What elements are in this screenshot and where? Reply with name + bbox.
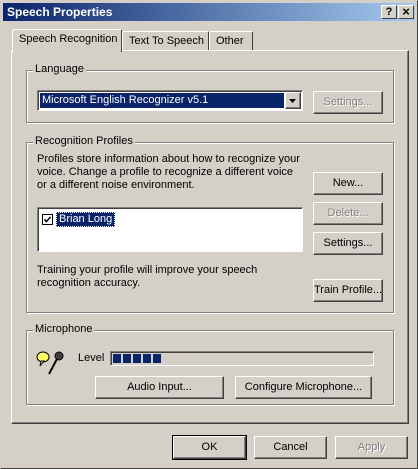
speech-properties-window: Speech Properties ? × Speech Recognition… (0, 0, 418, 469)
tab-text-to-speech[interactable]: Text To Speech (122, 31, 209, 51)
level-fill (113, 354, 161, 363)
apply-button[interactable]: Apply (335, 436, 408, 459)
profiles-description-line: Profiles store information about how to … (37, 153, 300, 165)
training-hint-line: recognition accuracy. (37, 277, 141, 289)
cancel-button[interactable]: Cancel (254, 436, 327, 459)
language-select-value: Microsoft English Recognizer v5.1 (40, 93, 284, 108)
chevron-down-icon (289, 99, 296, 103)
profile-name: Brian Long (56, 212, 116, 227)
list-item[interactable]: Brian Long (42, 212, 116, 227)
delete-profile-button[interactable]: Delete... (313, 202, 383, 225)
ok-button[interactable]: OK (172, 435, 247, 460)
profiles-description-line: or a different noise environment. (37, 179, 195, 191)
language-settings-button[interactable]: Settings... (313, 91, 383, 114)
window-title: Speech Properties (7, 5, 113, 19)
recognition-profiles-group: Recognition Profiles Profiles store info… (26, 135, 394, 313)
close-button[interactable]: × (398, 5, 414, 19)
tab-label: Text To Speech (129, 35, 205, 47)
language-group: Language Microsoft English Recognizer v5… (26, 63, 394, 123)
profiles-description-line: voice. Change a profile to recognize a d… (37, 166, 294, 178)
profile-settings-button[interactable]: Settings... (313, 232, 383, 255)
level-block (113, 354, 121, 363)
configure-microphone-button[interactable]: Configure Microphone... (235, 376, 372, 399)
tab-panel: Language Microsoft English Recognizer v5… (11, 50, 409, 424)
language-group-label: Language (33, 63, 86, 75)
train-profile-button[interactable]: Train Profile... (313, 279, 383, 302)
level-block (133, 354, 141, 363)
audio-input-button[interactable]: Audio Input... (95, 376, 224, 399)
microphone-level-meter (110, 351, 374, 366)
tab-speech-recognition[interactable]: Speech Recognition (12, 29, 122, 52)
level-label: Level (78, 352, 105, 364)
profile-checkbox[interactable] (42, 214, 53, 225)
level-block (143, 354, 151, 363)
tab-label: Other (216, 35, 244, 47)
tab-other[interactable]: Other (209, 31, 253, 51)
new-profile-button[interactable]: New... (313, 172, 383, 195)
help-button[interactable]: ? (381, 5, 397, 19)
microphone-icon (36, 351, 64, 375)
recognition-profiles-group-label: Recognition Profiles (33, 135, 135, 147)
microphone-group: Microphone Level Audio Input... Configur… (26, 323, 394, 405)
language-select[interactable]: Microsoft English Recognizer v5.1 (37, 90, 303, 111)
dropdown-button[interactable] (285, 92, 301, 109)
microphone-group-label: Microphone (33, 323, 95, 335)
level-block (123, 354, 131, 363)
profile-list[interactable]: Brian Long (37, 207, 303, 252)
checkmark-icon (43, 216, 52, 223)
training-hint-line: Training your profile will improve your … (37, 264, 258, 276)
title-bar[interactable]: Speech Properties ? × (3, 3, 415, 21)
tab-label: Speech Recognition (19, 33, 118, 45)
level-block (153, 354, 161, 363)
